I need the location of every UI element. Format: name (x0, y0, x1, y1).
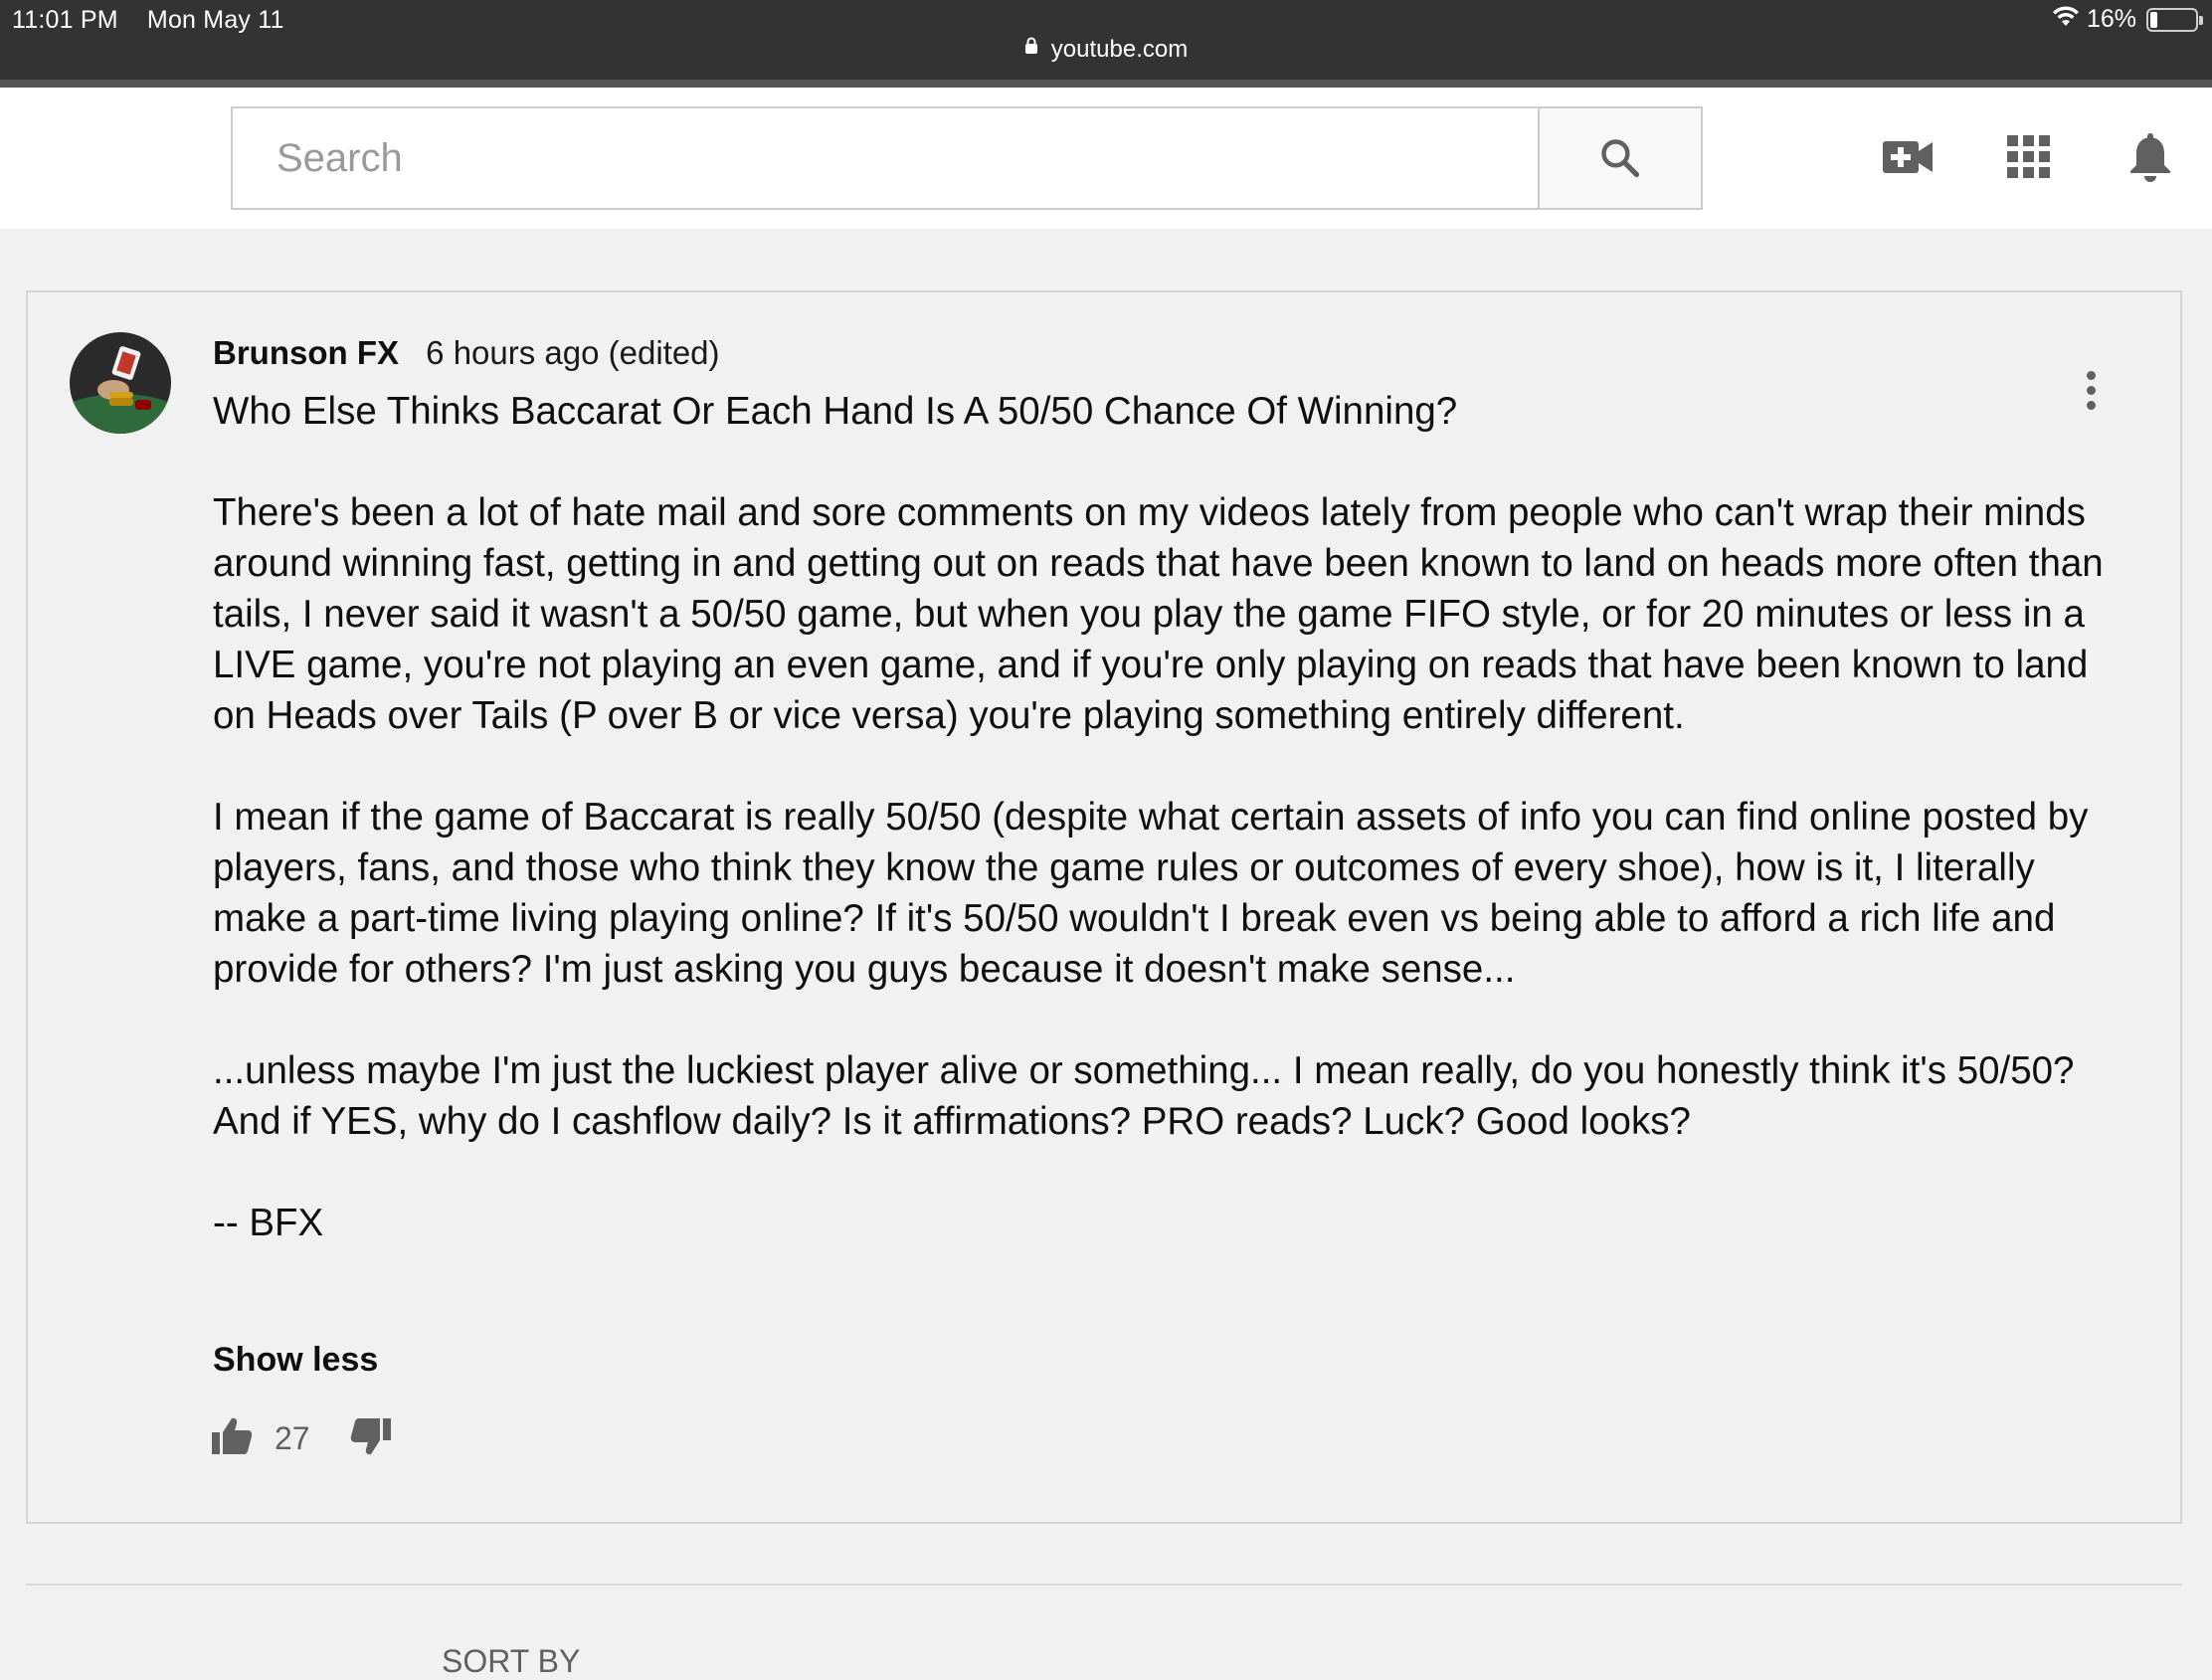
comment-paragraph: There's been a lot of hate mail and sore… (213, 491, 2104, 737)
yt-header (0, 88, 2212, 229)
status-indicators: 16% (2051, 4, 2203, 35)
thumbs-down-icon (350, 1418, 391, 1455)
lock-icon (1024, 37, 1043, 59)
create-video-icon (1883, 141, 1933, 173)
comment-timestamp[interactable]: 6 hours ago (edited) (426, 334, 719, 371)
comment-card: Brunson FX 6 hours ago (edited) Who Else… (26, 290, 2182, 1524)
search-button[interactable] (1538, 106, 1703, 210)
url-bar[interactable]: youtube.com (0, 36, 2212, 64)
status-time: 11:01 PM (12, 6, 118, 34)
show-less-button[interactable]: Show less (213, 1341, 378, 1380)
comment-paragraph: ...unless maybe I'm just the luckiest pl… (213, 1049, 2075, 1143)
comment-paragraph: Who Else Thinks Baccarat Or Each Hand Is… (213, 390, 1458, 433)
author-name[interactable]: Brunson FX (213, 334, 399, 371)
comment-actions: 27 (211, 1416, 392, 1461)
notifications-bell-icon (2130, 133, 2170, 182)
comment-paragraph: I mean if the game of Baccarat is really… (213, 796, 2089, 991)
comment-signature: -- BFX (213, 1202, 324, 1244)
comment-body: Who Else Thinks Baccarat Or Each Hand Is… (213, 386, 2122, 1248)
apps-grid-icon (2007, 135, 2050, 178)
like-count: 27 (275, 1420, 310, 1456)
dislike-button[interactable] (350, 1416, 392, 1461)
comment-header: Brunson FX 6 hours ago (edited) (213, 334, 720, 372)
wifi-icon (2051, 4, 2081, 35)
battery-icon (2146, 7, 2203, 32)
avatar[interactable] (70, 332, 171, 434)
thumbs-up-icon (212, 1417, 253, 1454)
apps-button[interactable] (1997, 125, 2061, 189)
status-time-date: 11:01 PM Mon May 11 (12, 6, 306, 35)
like-button[interactable] (211, 1416, 253, 1461)
search-input[interactable] (233, 108, 1538, 208)
sort-by-partial[interactable]: SORT BY (442, 1643, 580, 1680)
create-video-button[interactable] (1876, 125, 1939, 189)
status-bar: 11:01 PM Mon May 11 16% youtube.com (0, 0, 2212, 80)
section-divider (26, 1584, 2182, 1586)
notifications-button[interactable] (2119, 125, 2182, 189)
battery-percent: 16% (2086, 5, 2136, 33)
status-date: Mon May 11 (146, 6, 284, 34)
url-text: youtube.com (1050, 36, 1189, 63)
more-vert-icon (2086, 370, 2096, 380)
search-icon (1601, 139, 1640, 178)
progress-strip (0, 80, 2212, 88)
search-box[interactable] (231, 106, 1538, 210)
